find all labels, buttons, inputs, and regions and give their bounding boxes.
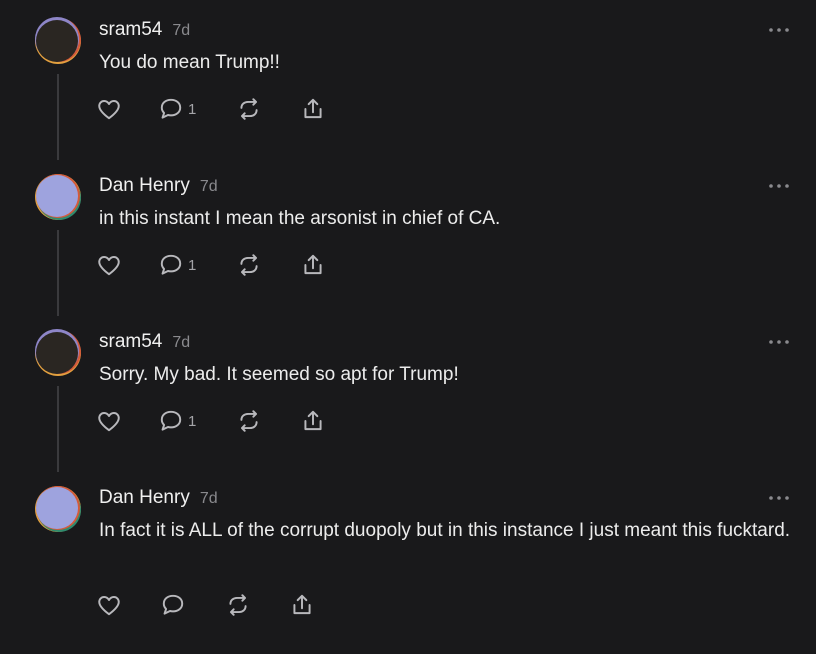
thread-line <box>57 230 59 316</box>
reply-count: 1 <box>188 256 197 274</box>
username-text[interactable]: sram54 <box>99 331 162 352</box>
comment-icon <box>160 254 182 275</box>
comment-text: in this instant I mean the arsonist in c… <box>99 208 501 229</box>
comment-text: In fact it is ALL of the corrupt duopoly… <box>99 520 791 541</box>
reply-count: 1 <box>188 412 197 430</box>
thread-line <box>57 74 59 160</box>
share-icon <box>293 594 311 615</box>
reply-count: 1 <box>188 100 197 118</box>
share-icon <box>304 410 322 431</box>
avatar[interactable] <box>34 329 82 377</box>
reply-button[interactable]: 1 <box>158 94 196 124</box>
more-options-icon[interactable] <box>768 495 790 501</box>
username[interactable]: Dan Henry 7d <box>99 175 218 197</box>
username-text[interactable]: Dan Henry <box>99 175 190 196</box>
more-options-icon[interactable] <box>768 27 790 33</box>
timestamp: 7d <box>172 334 191 351</box>
username-text[interactable]: Dan Henry <box>99 487 190 508</box>
avatar[interactable] <box>34 485 82 533</box>
more-options-icon[interactable] <box>768 183 790 189</box>
heart-icon <box>98 596 120 616</box>
share-icon <box>304 98 322 119</box>
like-button[interactable] <box>96 406 122 436</box>
share-button[interactable] <box>300 250 326 280</box>
heart-icon <box>98 100 120 120</box>
comment-icon <box>160 98 182 119</box>
timestamp: 7d <box>172 22 191 39</box>
comment-icon <box>160 410 182 431</box>
timestamp: 7d <box>199 490 218 507</box>
comment-text: You do mean Trump!! <box>99 52 280 73</box>
username[interactable]: Dan Henry 7d <box>99 487 218 509</box>
like-button[interactable] <box>96 94 122 124</box>
repost-button[interactable] <box>236 250 262 280</box>
share-icon <box>304 254 322 275</box>
heart-icon <box>98 256 120 276</box>
heart-icon <box>98 412 120 432</box>
comment-text: Sorry. My bad. It seemed so apt for Trum… <box>99 364 459 385</box>
like-button[interactable] <box>96 250 122 280</box>
username[interactable]: sram54 7d <box>99 19 190 41</box>
repost-button[interactable] <box>225 590 251 620</box>
share-button[interactable] <box>300 94 326 124</box>
repost-button[interactable] <box>236 94 262 124</box>
repost-button[interactable] <box>236 406 262 436</box>
reply-button[interactable] <box>160 590 186 620</box>
share-button[interactable] <box>289 590 315 620</box>
thread-line <box>57 386 59 472</box>
timestamp: 7d <box>199 178 218 195</box>
share-button[interactable] <box>300 406 326 436</box>
username[interactable]: sram54 7d <box>99 331 190 353</box>
more-options-icon[interactable] <box>768 339 790 345</box>
reply-button[interactable]: 1 <box>158 406 196 436</box>
repost-icon <box>240 98 258 120</box>
repost-icon <box>240 254 258 276</box>
repost-icon <box>240 410 258 432</box>
like-button[interactable] <box>96 590 122 620</box>
avatar[interactable] <box>34 17 82 65</box>
username-text[interactable]: sram54 <box>99 19 162 40</box>
reply-button[interactable]: 1 <box>158 250 196 280</box>
avatar[interactable] <box>34 173 82 221</box>
comment-icon <box>162 594 184 615</box>
repost-icon <box>229 594 247 616</box>
